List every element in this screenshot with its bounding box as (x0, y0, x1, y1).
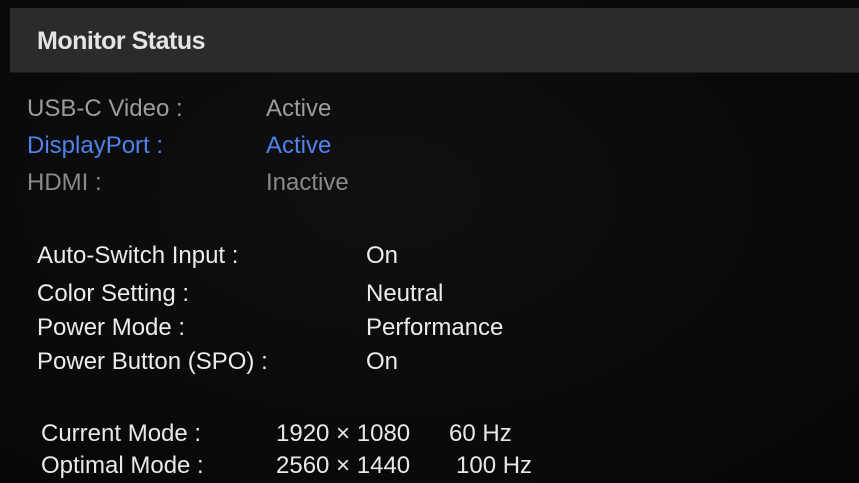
mode-resolution: 2560 × 1440 (276, 452, 411, 479)
title-bar: Monitor Status (10, 8, 859, 73)
port-value: Active (266, 132, 332, 159)
monitor-status-panel: Monitor Status USB-C Video : Active Disp… (0, 0, 859, 482)
port-value: Inactive (266, 169, 349, 196)
setting-label: Color Setting : (37, 280, 190, 307)
setting-value: On (366, 242, 399, 269)
port-value: Active (266, 95, 332, 122)
setting-value: Performance (366, 314, 504, 341)
setting-value: On (366, 348, 399, 375)
mode-resolution: 1920 × 1080 (276, 420, 411, 447)
page-title: Monitor Status (37, 27, 206, 55)
setting-label: Power Mode : (37, 314, 186, 341)
mode-refresh-rate: 60 Hz (449, 420, 512, 447)
port-label: USB-C Video : (27, 95, 183, 122)
port-label: DisplayPort : (27, 132, 164, 159)
mode-label: Optimal Mode : (41, 452, 204, 479)
mode-label: Current Mode : (41, 420, 202, 447)
setting-label: Power Button (SPO) : (37, 348, 268, 375)
setting-value: Neutral (366, 280, 444, 307)
setting-label: Auto-Switch Input : (37, 242, 239, 269)
mode-refresh-rate: 100 Hz (456, 452, 533, 479)
port-label: HDMI : (27, 169, 102, 196)
